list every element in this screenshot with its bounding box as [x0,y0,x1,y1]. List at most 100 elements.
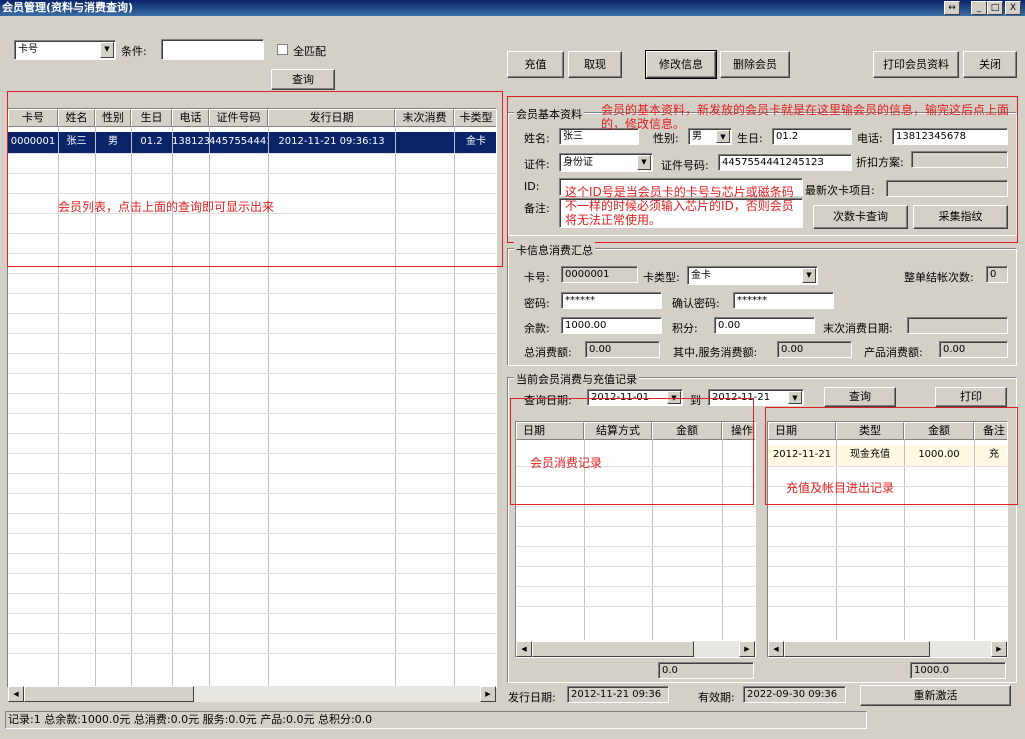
fullmatch-checkbox[interactable] [277,44,288,55]
recharge-button[interactable]: 充值 [507,51,564,78]
password-field[interactable]: ****** [561,292,662,309]
grid-line [768,506,1007,507]
grid-line [516,506,755,507]
condition-label: 条件: [121,45,147,58]
annotation-box-list [7,91,503,267]
balance-field[interactable]: 1000.00 [561,317,662,334]
condition-input[interactable] [161,39,264,60]
points-field[interactable]: 0.00 [714,317,815,334]
grid-line [768,566,1007,567]
grid-line [8,373,496,374]
scroll-thumb[interactable] [532,641,694,657]
confirm-password-field[interactable]: ****** [733,292,834,309]
expire-date-label: 有效期: [698,691,735,704]
grid-line [516,526,755,527]
service-consume-field[interactable]: 0.00 [777,341,852,358]
grid-line [8,473,496,474]
last-consume-date-label: 末次消费日期: [823,322,893,335]
grid-line [768,606,1007,607]
records-query-button[interactable]: 查询 [824,387,896,407]
records-title: 当前会员消费与充值记录 [514,371,639,387]
grid-line [8,273,496,274]
delete-member-button[interactable]: 删除会员 [720,51,790,78]
query-button[interactable]: 查询 [271,69,335,90]
modify-info-button[interactable]: 修改信息 [645,50,717,79]
confirm-password-label: 确认密码: [672,297,720,310]
annotation-chip-id: 这个ID号是当会员卡的卡号与芯片或磁条码不一样的时候必须输入芯片的ID，否则会员… [565,185,794,227]
grid-line [8,533,496,534]
grid-line [8,653,496,654]
grid-line [768,546,1007,547]
cardtype-select[interactable]: 金卡 ▼ [687,266,818,285]
total-consume-label: 总消费额: [524,346,572,359]
consume-total-field[interactable]: 0.0 [658,662,754,679]
grid-line [8,313,496,314]
annotation-box-consume [510,398,754,505]
scroll-right-icon[interactable]: ▶ [480,686,496,702]
scroll-thumb[interactable] [784,641,930,657]
restore-icon[interactable]: ↔ [944,1,960,15]
status-bar: 记录:1 总余款:1000.0元 总消费:0.0元 服务:0.0元 产品:0.0… [5,711,867,729]
window-title: 会员管理(资料与消费查询) [0,0,1025,16]
grid-line [8,433,496,434]
settle-label: 整单结帐次数: [904,271,974,284]
recharge-total-field[interactable]: 1000.0 [910,662,1006,679]
grid-line [8,513,496,514]
grid-line [516,586,755,587]
product-consume-label: 产品消费额: [864,346,923,359]
cardno-label: 卡号: [524,271,550,284]
grid-line [8,393,496,394]
recharge-scrollbar[interactable]: ◀ ▶ [768,641,1007,657]
cardno-field[interactable]: 0000001 [561,266,638,283]
cardtype-label: 卡类型: [643,271,680,284]
chevron-down-icon: ▼ [802,268,816,283]
grid-line [768,586,1007,587]
annotation-basic: 会员的基本资料，新发放的会员卡就是在这里输会员的信息，输完这后点上面的，修改信息… [601,103,1010,131]
grid-line [8,553,496,554]
grid-line [516,606,755,607]
maximize-icon[interactable]: □ [987,1,1003,15]
card-info-title: 卡信息消费汇总 [514,242,595,258]
close-button[interactable]: 关闭 [963,51,1017,78]
issue-date-field[interactable]: 2012-11-21 09:36 [567,686,669,703]
search-field-select[interactable]: 卡号 ▼ [14,40,116,60]
scroll-left-icon[interactable]: ◀ [8,686,24,702]
minimize-icon[interactable]: _ [971,1,987,15]
withdraw-button[interactable]: 取现 [568,51,622,78]
scroll-left-icon[interactable]: ◀ [768,641,784,657]
grid-line [8,333,496,334]
last-consume-date-field[interactable] [907,317,1008,334]
scroll-left-icon[interactable]: ◀ [516,641,532,657]
scroll-right-icon[interactable]: ▶ [739,641,755,657]
grid-line [8,453,496,454]
product-consume-field[interactable]: 0.00 [939,341,1008,358]
grid-line [768,526,1007,527]
annotation-recharge: 充值及帐目进出记录 [786,481,895,495]
expire-date-field[interactable]: 2022-09-30 09:36 [743,686,846,703]
service-consume-label: 其中,服务消费额: [673,346,758,359]
reactivate-button[interactable]: 重新激活 [860,685,1011,706]
grid-line [516,546,755,547]
balance-label: 余款: [524,322,550,335]
chevron-down-icon: ▼ [788,391,802,404]
records-print-button[interactable]: 打印 [935,387,1007,407]
total-consume-field[interactable]: 0.00 [585,341,660,358]
consume-scrollbar[interactable]: ◀ ▶ [516,641,755,657]
grid-line [8,573,496,574]
password-label: 密码: [524,297,550,310]
chevron-down-icon: ▼ [100,42,114,58]
horizontal-scrollbar[interactable]: ◀ ▶ [8,686,496,702]
grid-line [8,413,496,414]
print-member-button[interactable]: 打印会员资料 [873,51,959,78]
close-window-icon[interactable]: X [1005,1,1021,15]
annotation-consume: 会员消费记录 [530,456,603,470]
scroll-right-icon[interactable]: ▶ [991,641,1007,657]
grid-line [8,353,496,354]
settle-count-field[interactable]: 0 [986,266,1008,283]
cardtype-value: 金卡 [691,270,711,281]
scroll-thumb[interactable] [24,686,194,702]
annotation-list: 会员列表，点击上面的查询即可显示出来 [58,200,275,214]
grid-line [8,593,496,594]
search-field-value: 卡号 [18,44,38,55]
grid-line [8,633,496,634]
